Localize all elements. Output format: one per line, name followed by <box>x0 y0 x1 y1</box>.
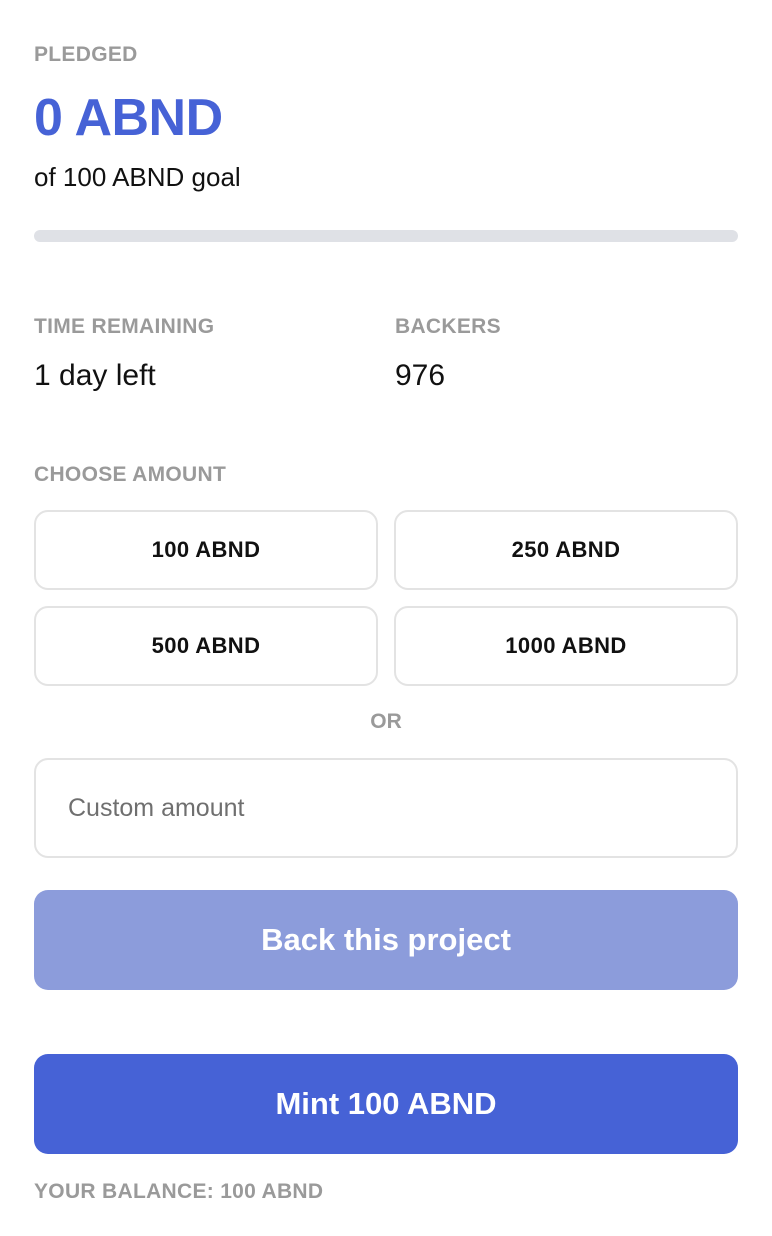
balance-text: YOUR BALANCE: 100 ABND <box>34 1180 324 1203</box>
back-project-button[interactable]: Back this project <box>34 890 738 990</box>
goal-text: of 100 ABND goal <box>34 162 241 192</box>
time-remaining-label: TIME REMAINING <box>34 315 215 338</box>
pledged-amount: 0 ABND <box>34 89 223 147</box>
backers-value: 976 <box>395 359 446 392</box>
choose-amount-label: CHOOSE AMOUNT <box>34 463 227 486</box>
amount-option-250[interactable]: 250 ABND <box>394 510 738 590</box>
backers-stat: BACKERS 976 <box>395 315 501 393</box>
backers-label: BACKERS <box>395 315 501 338</box>
time-remaining-value: 1 day left <box>34 359 156 392</box>
time-remaining-stat: TIME REMAINING 1 day left <box>34 315 214 393</box>
amount-option-500[interactable]: 500 ABND <box>34 606 378 686</box>
custom-amount-input[interactable] <box>34 758 738 858</box>
pledge-progress-bar <box>34 230 738 242</box>
amount-option-1000[interactable]: 1000 ABND <box>394 606 738 686</box>
pledged-label: PLEDGED <box>34 43 138 66</box>
amount-option-100[interactable]: 100 ABND <box>34 510 378 590</box>
or-divider: OR <box>370 710 402 733</box>
mint-button[interactable]: Mint 100 ABND <box>34 1054 738 1154</box>
amount-options: 100 ABND 250 ABND 500 ABND 1000 ABND <box>34 510 738 686</box>
